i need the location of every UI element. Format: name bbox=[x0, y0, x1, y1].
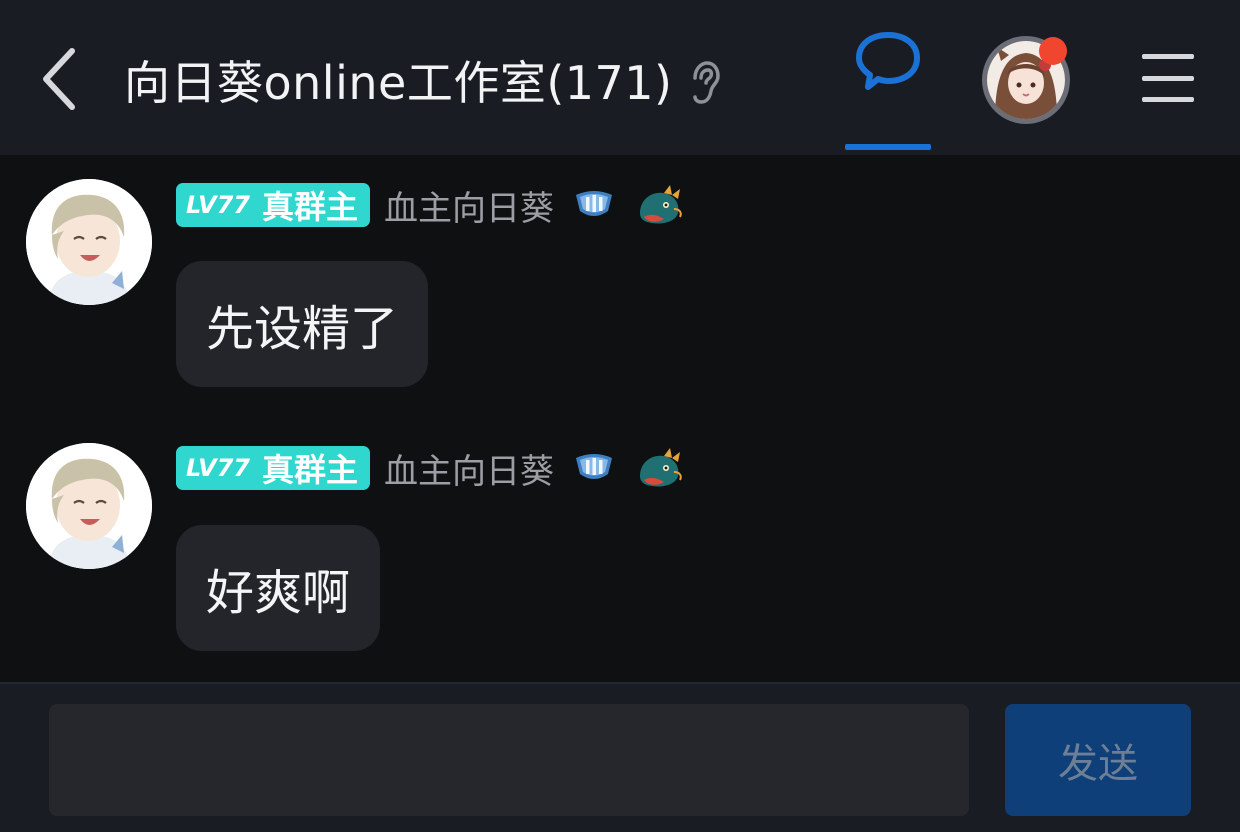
dragon-icon[interactable] bbox=[634, 183, 684, 227]
message-meta: LV77 真群主 血主向日葵 bbox=[176, 181, 684, 230]
level-badge: LV77 真群主 bbox=[176, 183, 370, 227]
message-input[interactable] bbox=[49, 704, 969, 816]
tab-chat[interactable] bbox=[845, 30, 931, 150]
ear-icon[interactable] bbox=[689, 60, 721, 106]
chat-bubble-icon bbox=[856, 32, 920, 90]
active-tab-indicator bbox=[845, 144, 931, 150]
back-button[interactable] bbox=[30, 40, 90, 118]
composer-bar: 发送 bbox=[0, 682, 1240, 832]
medal-icon[interactable] bbox=[572, 448, 616, 488]
sender-avatar[interactable] bbox=[26, 179, 152, 305]
hamburger-menu-icon bbox=[1142, 54, 1194, 59]
sender-name[interactable]: 血主向日葵 bbox=[384, 181, 554, 230]
menu-button[interactable] bbox=[1138, 50, 1198, 106]
level-badge: LV77 真群主 bbox=[176, 446, 370, 490]
notification-dot bbox=[1039, 37, 1067, 65]
chevron-left-icon bbox=[43, 48, 75, 110]
message-bubble[interactable]: 好爽啊 bbox=[176, 525, 381, 651]
medal-icon[interactable] bbox=[572, 185, 616, 225]
group-title: 向日葵online工作室(171) bbox=[124, 56, 673, 110]
sender-avatar[interactable] bbox=[26, 443, 152, 569]
badge-role: 真群主 bbox=[261, 188, 358, 226]
send-button[interactable]: 发送 bbox=[1005, 704, 1191, 816]
chat-header: 向日葵online工作室(171) bbox=[0, 0, 1240, 155]
message-bubble[interactable]: 先设精了 bbox=[176, 261, 429, 387]
title-group: 向日葵online工作室(171) bbox=[124, 48, 721, 112]
message-meta: LV77 真群主 血主向日葵 bbox=[176, 444, 684, 493]
sender-name[interactable]: 血主向日葵 bbox=[384, 444, 554, 493]
badge-level: LV77 bbox=[186, 454, 250, 482]
badge-role: 真群主 bbox=[261, 451, 358, 489]
profile-avatar[interactable] bbox=[982, 36, 1070, 124]
badge-level: LV77 bbox=[186, 191, 250, 219]
dragon-icon[interactable] bbox=[634, 446, 684, 490]
